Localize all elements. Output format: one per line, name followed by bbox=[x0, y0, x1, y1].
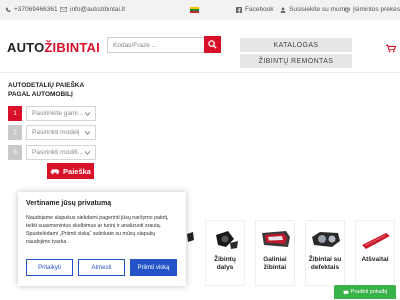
product-label-line2: žibintai bbox=[263, 264, 287, 271]
finder-title-line2: PAGAL AUTOMOBILĮ bbox=[8, 90, 73, 98]
step-number-2: 2 bbox=[8, 125, 22, 140]
top-bar: +37069466361 info@autozibintai.lt Facebo… bbox=[0, 0, 400, 20]
lamp-part-image bbox=[187, 232, 194, 242]
user-icon bbox=[280, 6, 286, 13]
product-label: Atšvaitai bbox=[356, 256, 394, 264]
model-select[interactable]: Pasirinkti modelį bbox=[26, 125, 96, 140]
product-label-line1: Galiniai bbox=[263, 256, 287, 263]
chevron-down-icon bbox=[85, 131, 90, 135]
finder-title-line1: AUTODETALIŲ PAIEŠKA bbox=[8, 82, 85, 89]
product-card-tail-lights[interactable]: Galiniai žibintai bbox=[255, 220, 295, 286]
site-logo[interactable]: AUTOŽIBINTAI bbox=[7, 40, 100, 55]
chat-label: Pradėti pokalbį bbox=[350, 289, 388, 295]
product-label-line1: Atšvaitai bbox=[361, 256, 389, 263]
product-label-line1: Žibintai su bbox=[308, 256, 342, 263]
chat-widget-button[interactable]: Pradėti pokalbį bbox=[334, 285, 396, 299]
cart-button[interactable] bbox=[386, 40, 397, 58]
vehicle-search-button[interactable]: Paieška bbox=[47, 163, 94, 179]
email-link[interactable]: info@autozibintai.lt bbox=[60, 6, 125, 13]
chat-icon bbox=[343, 290, 349, 295]
chevron-down-icon bbox=[85, 151, 90, 155]
model-select-value: Pasirinkti modelį bbox=[32, 129, 80, 136]
manufacturer-select[interactable]: Pasirinkite gami... bbox=[26, 106, 96, 121]
cookie-title: Vertiname jūsų privatumą bbox=[26, 200, 112, 207]
headlight-image bbox=[312, 232, 340, 247]
step-number-3: 3 bbox=[8, 145, 22, 160]
cookie-accept-button[interactable]: Priimti viską bbox=[130, 259, 177, 276]
cookie-text: Naudojame slapukus siekdami pagerinti jū… bbox=[26, 215, 169, 245]
reflector-image bbox=[362, 233, 390, 249]
phone-number: +37069466361 bbox=[14, 6, 58, 13]
product-label: Žibintų dalys bbox=[206, 256, 244, 272]
facebook-link[interactable]: Facebook bbox=[236, 6, 274, 13]
cookie-customize-button[interactable]: Pritaikyti bbox=[26, 259, 73, 276]
saved-items-label: Įsimintos prekės bbox=[353, 6, 400, 13]
car-icon bbox=[50, 168, 60, 174]
cart-icon bbox=[386, 44, 397, 53]
nav-catalog[interactable]: KATALOGAS bbox=[240, 38, 352, 52]
modification-select-value: Pasirinkti modifi... bbox=[32, 149, 83, 156]
modification-select[interactable]: Pasirinkti modifi... bbox=[26, 145, 96, 160]
product-card-defective-lights[interactable]: Žibintai su defektais bbox=[305, 220, 345, 286]
cookie-reject-button[interactable]: Atmesti bbox=[78, 259, 125, 276]
step-number-1: 1 bbox=[8, 106, 22, 121]
finder-title: AUTODETALIŲ PAIEŠKA PAGAL AUTOMOBILĮ bbox=[8, 82, 84, 99]
lamp-parts-image bbox=[216, 231, 238, 249]
contact-link[interactable]: Susisiekite su mumis bbox=[280, 6, 350, 13]
saved-items-link[interactable]: Įsimintos prekės bbox=[344, 6, 400, 13]
tail-light-image bbox=[262, 231, 290, 247]
mail-icon bbox=[60, 7, 67, 12]
chevron-down-icon bbox=[85, 112, 90, 116]
nav-lamp-repair[interactable]: ŽIBINTŲ REMONTAS bbox=[240, 54, 352, 68]
email-address: info@autozibintai.lt bbox=[70, 6, 126, 13]
header-divider bbox=[0, 72, 400, 73]
manufacturer-select-value: Pasirinkite gami... bbox=[32, 110, 84, 117]
facebook-icon bbox=[236, 6, 242, 13]
product-label: Galiniai žibintai bbox=[256, 256, 294, 272]
product-card-reflectors[interactable]: Atšvaitai bbox=[355, 220, 395, 286]
product-label-line2: defektais bbox=[310, 264, 340, 271]
product-label: Žibintai su defektais bbox=[306, 256, 344, 272]
heart-icon bbox=[344, 7, 350, 13]
product-label-line2: dalys bbox=[216, 264, 234, 271]
product-card-partial[interactable] bbox=[185, 220, 197, 286]
search-input[interactable]: Kodas/Frazė ... bbox=[107, 37, 205, 53]
contact-label: Susisiekite su mumis bbox=[289, 6, 350, 13]
logo-text-zibintai: ŽIBINTAI bbox=[44, 40, 100, 55]
product-label-line1: Žibintų bbox=[214, 256, 236, 263]
phone-link[interactable]: +37069466361 bbox=[5, 6, 58, 13]
facebook-label: Facebook bbox=[245, 6, 274, 13]
phone-icon bbox=[5, 7, 11, 12]
cookie-consent-dialog: Vertiname jūsų privatumą Naudojame slapu… bbox=[18, 192, 186, 286]
search-button[interactable] bbox=[204, 36, 221, 53]
product-card-lamp-parts[interactable]: Žibintų dalys bbox=[205, 220, 245, 286]
logo-text-auto: AUTO bbox=[7, 40, 45, 55]
vehicle-search-label: Paieška bbox=[63, 166, 91, 176]
search-icon bbox=[208, 40, 217, 49]
language-flag-lt[interactable] bbox=[190, 7, 199, 13]
